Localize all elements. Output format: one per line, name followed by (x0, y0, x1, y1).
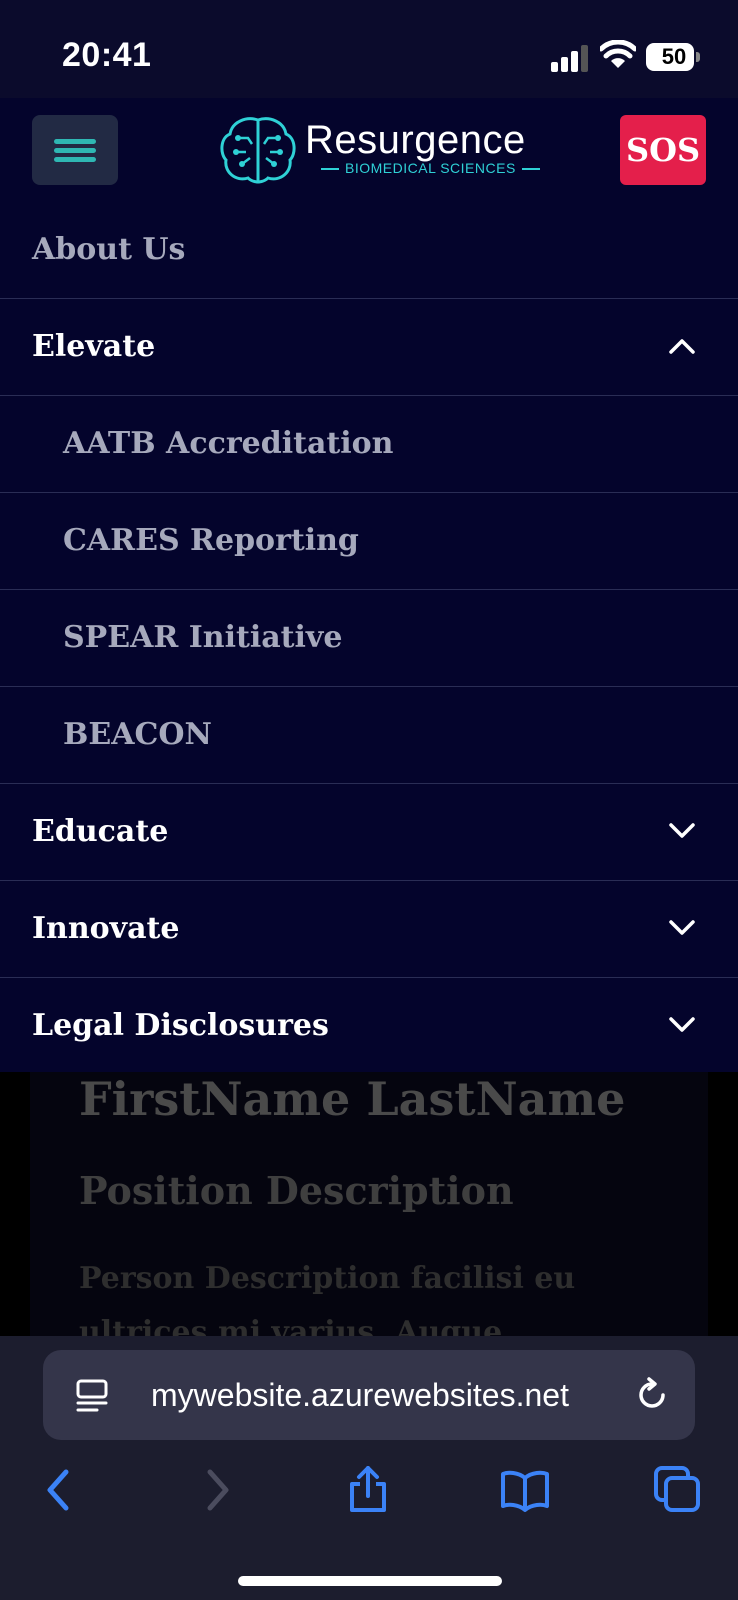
site-logo[interactable]: Resurgence BIOMEDICAL SCIENCES (218, 114, 528, 186)
submenu-item-label: BEACON (63, 717, 212, 752)
menu-item-label: Elevate (32, 329, 156, 364)
battery-level: 50 (661, 44, 687, 69)
menu-item-elevate[interactable]: Elevate (0, 299, 738, 396)
submenu-item-label: CARES Reporting (63, 523, 359, 558)
menu-item-about-us[interactable]: About Us (0, 202, 738, 299)
brain-circuit-icon (220, 117, 296, 184)
cellular-signal-icon (551, 45, 588, 72)
home-indicator (238, 1576, 502, 1586)
submenu-item-label: SPEAR Initiative (63, 620, 343, 655)
chevron-up-icon[interactable] (668, 336, 696, 356)
submenu-item-cares-reporting[interactable]: CARES Reporting (0, 493, 738, 590)
menu-item-label: Innovate (32, 911, 180, 946)
status-time: 20:41 (62, 36, 152, 74)
menu-item-label: Educate (32, 814, 169, 849)
wifi-icon (600, 40, 636, 68)
forward-arrow-icon[interactable] (194, 1466, 238, 1514)
browser-toolbar: mywebsite.azurewebsites.net (0, 1336, 738, 1600)
profile-position: Position Description (79, 1168, 514, 1213)
share-icon[interactable] (346, 1466, 390, 1514)
battery-icon: 50 (646, 43, 702, 73)
submenu-item-aatb-accreditation[interactable]: AATB Accreditation (0, 396, 738, 493)
address-bar[interactable]: mywebsite.azurewebsites.net (43, 1350, 695, 1440)
page-content-dimmed: FirstName LastName Position Description … (0, 1072, 738, 1336)
profile-name: FirstName LastName (79, 1072, 626, 1126)
menu-item-educate[interactable]: Educate (0, 784, 738, 881)
reload-icon[interactable] (633, 1376, 671, 1414)
site-header: Resurgence BIOMEDICAL SCIENCES SOS (0, 98, 738, 203)
page-menu-icon[interactable] (75, 1378, 109, 1414)
submenu-item-beacon[interactable]: BEACON (0, 687, 738, 784)
nav-menu: About Us Elevate AATB Accreditation CARE… (0, 202, 738, 1075)
submenu-item-label: AATB Accreditation (63, 426, 394, 461)
bookmarks-icon[interactable] (500, 1466, 550, 1514)
menu-item-label: Legal Disclosures (32, 1008, 329, 1043)
chevron-down-icon[interactable] (668, 821, 696, 841)
logo-name: Resurgence (305, 118, 526, 162)
profile-description: Person Description facilisi eu ultrices … (79, 1261, 576, 1336)
back-arrow-icon[interactable] (38, 1466, 82, 1514)
submenu-item-spear-initiative[interactable]: SPEAR Initiative (0, 590, 738, 687)
tabs-icon[interactable] (654, 1466, 702, 1514)
chevron-down-icon[interactable] (668, 918, 696, 938)
sos-button[interactable]: SOS (620, 115, 706, 185)
menu-item-legal-disclosures[interactable]: Legal Disclosures (0, 978, 738, 1075)
hamburger-menu-button[interactable] (32, 115, 118, 185)
url-text[interactable]: mywebsite.azurewebsites.net (151, 1350, 651, 1440)
logo-subtitle: BIOMEDICAL SCIENCES (315, 160, 546, 176)
menu-item-innovate[interactable]: Innovate (0, 881, 738, 978)
status-bar: 20:41 50 (0, 0, 738, 98)
chevron-down-icon[interactable] (668, 1015, 696, 1035)
menu-item-label: About Us (32, 232, 186, 267)
